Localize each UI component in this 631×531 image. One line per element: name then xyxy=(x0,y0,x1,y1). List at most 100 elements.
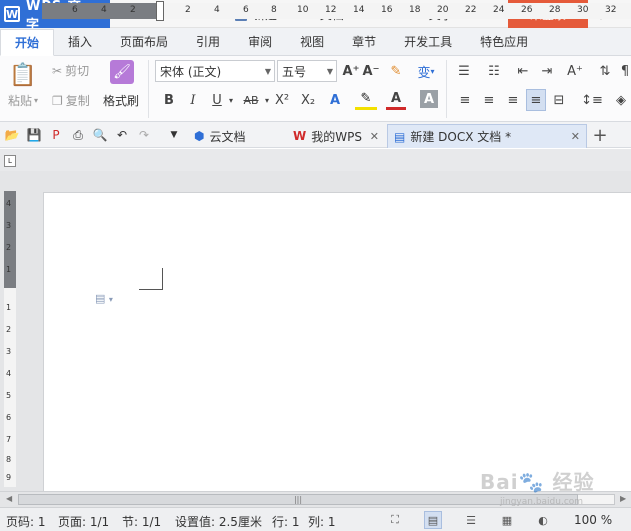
highlight-icon[interactable]: ✎ xyxy=(355,90,377,110)
chevron-down-icon: ▾ xyxy=(108,295,113,304)
ruler-number: 30 xyxy=(577,5,589,15)
ruler-number: 4 xyxy=(101,5,107,15)
redo-icon[interactable]: ↷ xyxy=(136,127,152,143)
page-view-icon[interactable]: ▤ xyxy=(424,511,442,529)
align-center-icon[interactable]: ≡ xyxy=(480,90,498,110)
print-icon[interactable]: ⎙ xyxy=(70,127,86,143)
tab-current-document[interactable]: ▤ 新建 DOCX 文档 * ✕ xyxy=(387,124,587,148)
distributed-icon[interactable]: ⊟ xyxy=(550,90,568,110)
ruler-number: 20 xyxy=(437,5,449,15)
bold-button[interactable]: B xyxy=(160,90,178,110)
font-color-icon[interactable]: A xyxy=(386,90,406,110)
print-preview-icon[interactable]: 🔍 xyxy=(92,127,108,143)
reading-view-icon[interactable]: ◐ xyxy=(534,511,552,529)
cloud-icon: ⬢ xyxy=(194,129,205,143)
save-icon[interactable]: 💾 xyxy=(26,127,42,143)
tab-developer[interactable]: 开发工具 xyxy=(390,28,466,55)
format-painter-icon[interactable]: 🖌 xyxy=(110,60,134,84)
align-right-icon[interactable]: ≡ xyxy=(504,90,522,110)
scroll-left-icon[interactable]: ◀ xyxy=(6,494,12,503)
ruler-number: 9 xyxy=(6,473,12,482)
underline-button[interactable]: U xyxy=(208,90,226,110)
chevron-down-icon[interactable]: ▾ xyxy=(226,92,236,108)
sort-icon[interactable]: ⇅ xyxy=(596,62,614,80)
cut-button[interactable]: ✂ 剪切 xyxy=(52,62,89,79)
chevron-down-icon: ▼ xyxy=(326,66,333,76)
vertical-ruler[interactable]: 4 3 2 1 1 2 3 4 5 6 7 8 9 xyxy=(4,191,16,487)
outline-view-icon[interactable]: ☰ xyxy=(462,511,480,529)
close-icon[interactable]: ✕ xyxy=(370,130,379,143)
page-margin-marker xyxy=(139,268,163,290)
format-painter-button[interactable]: 格式刷 xyxy=(103,92,139,109)
cut-label: 剪切 xyxy=(65,64,90,78)
tab-page-layout[interactable]: 页面布局 xyxy=(106,28,182,55)
ruler-number: 12 xyxy=(325,5,337,15)
tab-view[interactable]: 视图 xyxy=(286,28,338,55)
tab-special[interactable]: 特色应用 xyxy=(466,28,542,55)
quick-access-bar: 📂 💾 P ⎙ 🔍 ↶ ↷ ▼ ⬢ 云文档 W 我的WPS ✕ ▤ 新建 DOC… xyxy=(0,122,631,148)
tab-references[interactable]: 引用 xyxy=(182,28,234,55)
show-marks-icon[interactable]: ¶ xyxy=(619,62,631,80)
chevron-down-icon[interactable]: ▾ xyxy=(262,92,272,108)
indent-marker[interactable] xyxy=(156,1,164,21)
paragraph-layout-icon[interactable]: ▤ ▾ xyxy=(95,292,113,305)
ruler-number: 4 xyxy=(6,369,12,378)
line-spacing-icon[interactable]: ↕≡ xyxy=(580,90,604,110)
close-icon[interactable]: ✕ xyxy=(571,130,580,143)
font-name-value: 宋体 (正文) xyxy=(160,64,222,79)
undo-icon[interactable]: ↶ xyxy=(114,127,130,143)
strikethrough-button[interactable]: AB xyxy=(240,90,262,110)
text-effect-icon[interactable]: A xyxy=(325,90,345,110)
clear-format-icon[interactable]: ✎ xyxy=(387,62,405,80)
paste-button[interactable]: 粘贴 ▾ xyxy=(8,92,38,109)
tab-section[interactable]: 章节 xyxy=(338,28,390,55)
web-view-icon[interactable]: ▦ xyxy=(498,511,516,529)
paste-icon[interactable]: 📋 xyxy=(9,62,36,88)
shading-icon[interactable]: ◈ xyxy=(612,90,630,110)
font-size-value: 五号 xyxy=(282,64,307,79)
subscript-button[interactable]: X₂ xyxy=(298,90,318,110)
status-page-number: 页码: 1 xyxy=(6,515,46,529)
new-tab-icon[interactable]: + xyxy=(592,125,608,146)
ruler-number: 2 xyxy=(130,5,136,15)
increase-indent-icon[interactable]: ⇥ xyxy=(538,62,556,80)
ruler-number: 5 xyxy=(6,391,12,400)
horizontal-ruler[interactable]: 6 4 2 2 4 6 8 10 12 14 16 18 20 22 24 26… xyxy=(42,1,631,21)
phonetic-guide-button[interactable]: 变 ▾ xyxy=(414,62,438,81)
copy-icon: ❐ xyxy=(52,93,63,108)
open-folder-icon[interactable]: 📂 xyxy=(4,127,20,143)
increase-font-button[interactable]: A⁺ xyxy=(342,62,360,80)
copy-button[interactable]: ❐ 复制 xyxy=(52,92,90,109)
superscript-button[interactable]: X² xyxy=(272,90,292,110)
tab-cloud-docs[interactable]: ⬢ 云文档 xyxy=(188,124,280,148)
italic-button[interactable]: I xyxy=(184,90,202,110)
tab-insert[interactable]: 插入 xyxy=(54,28,106,55)
tab-my-wps[interactable]: W 我的WPS ✕ xyxy=(287,124,385,148)
decrease-indent-icon[interactable]: ⇤ xyxy=(514,62,532,80)
char-shading-icon[interactable]: A xyxy=(420,90,438,108)
font-name-select[interactable]: 宋体 (正文) ▼ xyxy=(155,60,275,82)
zoom-level[interactable]: 100 % xyxy=(574,513,612,527)
document-page[interactable] xyxy=(43,192,631,491)
ruler-number: 32 xyxy=(605,5,617,15)
bullet-list-icon[interactable]: ☰ xyxy=(452,62,476,80)
ruler-number: 6 xyxy=(72,5,78,15)
decrease-font-button[interactable]: A⁻ xyxy=(362,62,380,80)
status-pages: 页面: 1/1 xyxy=(58,515,110,529)
fullscreen-view-icon[interactable]: ⛶ xyxy=(386,511,404,529)
justify-icon[interactable]: ≡ xyxy=(526,89,546,111)
scroll-right-icon[interactable]: ▶ xyxy=(620,494,626,503)
ruler-number: 14 xyxy=(353,5,365,15)
export-pdf-icon[interactable]: P xyxy=(48,127,64,143)
tab-stop-selector[interactable]: L xyxy=(4,155,16,167)
ruler-number: 28 xyxy=(549,5,561,15)
customize-toolbar-icon[interactable]: ▼ xyxy=(166,127,182,143)
tab-home[interactable]: 开始 xyxy=(0,29,55,56)
tab-review[interactable]: 审阅 xyxy=(234,28,286,55)
scroll-thumb[interactable]: ||| xyxy=(18,494,578,505)
align-left-icon[interactable]: ≡ xyxy=(456,90,474,110)
ruler-number: 3 xyxy=(6,347,12,356)
numbered-list-icon[interactable]: ☷ xyxy=(482,62,506,80)
font-size-select[interactable]: 五号 ▼ xyxy=(277,60,337,82)
text-direction-icon[interactable]: A⁺ xyxy=(562,62,588,80)
